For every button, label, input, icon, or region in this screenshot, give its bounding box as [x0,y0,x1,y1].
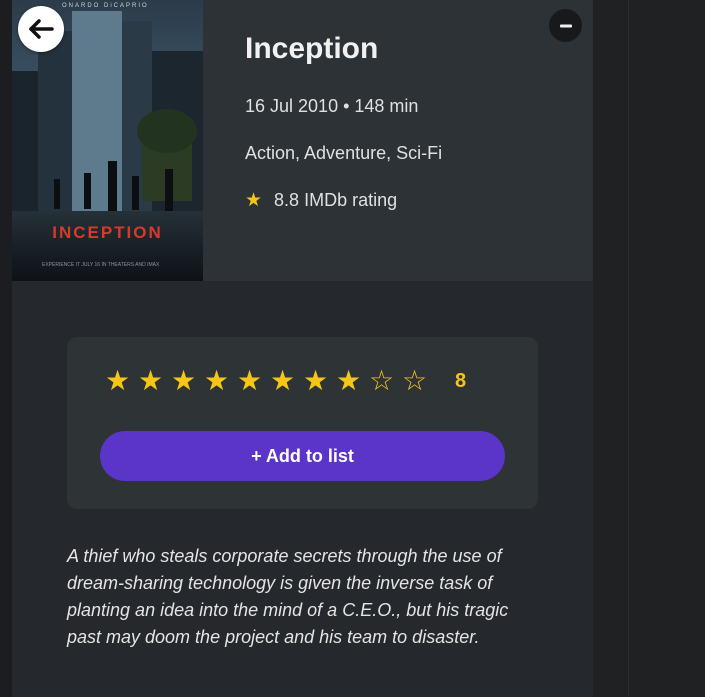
rating-card [67,337,538,509]
star-empty-icon[interactable]: ☆ [398,366,431,396]
star-icon: ★ [245,190,263,211]
star-filled-icon[interactable]: ★ [332,366,365,396]
rating-value: 8 [455,370,467,392]
star-filled-icon[interactable]: ★ [134,366,167,396]
right-background [593,0,705,697]
movie-meta: 16 Jul 2010 • 148 min [245,96,419,116]
divider [628,0,629,697]
star-filled-icon[interactable]: ★ [266,366,299,396]
star-rating[interactable]: ★ ★ ★ ★ ★ ★ ★ ★ ☆ ☆ [101,366,431,396]
star-filled-icon[interactable]: ★ [101,366,134,396]
movie-title: Inception [245,32,379,65]
remove-button[interactable] [549,9,582,42]
star-filled-icon[interactable]: ★ [299,366,332,396]
arrow-left-icon [29,19,54,39]
minus-icon [559,24,572,27]
star-empty-icon[interactable]: ☆ [365,366,398,396]
movie-genres: Action, Adventure, Sci-Fi [245,143,443,163]
star-filled-icon[interactable]: ★ [167,366,200,396]
left-strip [0,0,12,697]
star-filled-icon[interactable]: ★ [233,366,266,396]
back-button[interactable] [18,6,64,52]
add-to-list-button[interactable]: + Add to list [100,431,505,481]
poster-fine-print: EXPERIENCE IT JULY 16 IN THEATERS AND IM… [42,262,160,268]
star-filled-icon[interactable]: ★ [200,366,233,396]
imdb-rating-label: 8.8 IMDb rating [274,190,398,210]
poster-title: INCEPTION [52,223,163,242]
poster-top-text: ONARDO DiCAPRIO [62,3,149,9]
imdb-rating: ★ 8.8 IMDb rating [245,189,397,212]
movie-plot: A thief who steals corporate secrets thr… [67,546,509,647]
